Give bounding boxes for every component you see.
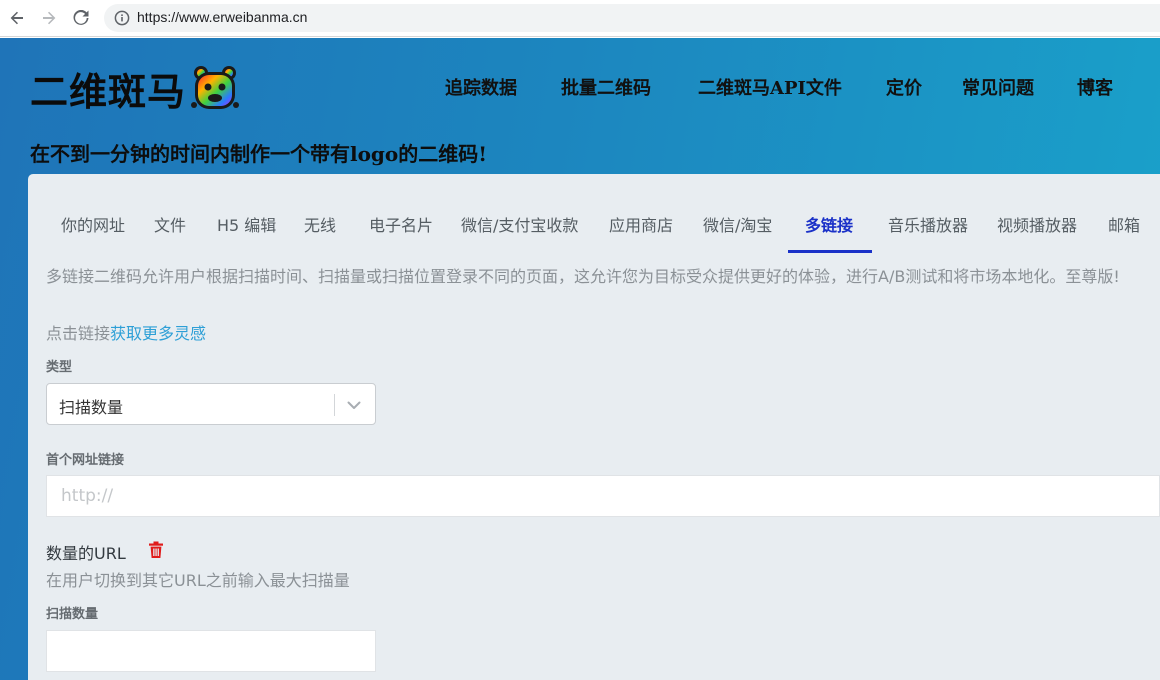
tab-your-url[interactable]: 你的网址: [61, 212, 125, 236]
type-select[interactable]: 扫描数量: [46, 383, 376, 425]
scan-count-input[interactable]: [46, 630, 376, 672]
tab-vcard[interactable]: 电子名片: [369, 212, 433, 236]
nav-blog[interactable]: 博客: [1077, 74, 1113, 100]
nav-pricing[interactable]: 定价: [886, 74, 922, 100]
generator-card: 你的网址 文件 H5 编辑 无线 电子名片 微信/支付宝收款 应用商店 微信/淘…: [28, 174, 1160, 680]
address-bar[interactable]: https://www.erweibanma.cn: [104, 4, 1160, 32]
select-divider: [334, 394, 335, 416]
nav-batch-qr[interactable]: 批量二维码: [561, 74, 651, 100]
nav-api-docs[interactable]: 二维斑马API文件: [698, 74, 842, 100]
tab-wechat-taobao[interactable]: 微信/淘宝: [703, 212, 772, 236]
count-url-title: 数量的URL: [46, 544, 126, 563]
tab-music-player[interactable]: 音乐播放器: [888, 212, 968, 236]
nav-faq[interactable]: 常见问题: [962, 74, 1034, 100]
scan-count-label: 扫描数量: [46, 607, 99, 622]
reload-icon: [73, 10, 89, 25]
tab-file[interactable]: 文件: [154, 212, 186, 236]
qr-type-tabs: 你的网址 文件 H5 编辑 无线 电子名片 微信/支付宝收款 应用商店 微信/淘…: [28, 174, 1160, 254]
tab-multi-link[interactable]: 多链接: [805, 212, 853, 236]
active-tab-indicator: [788, 250, 872, 253]
tab-h5-editor[interactable]: H5 编辑: [217, 212, 276, 236]
arrow-left-icon: [10, 11, 23, 25]
arrow-right-icon: [43, 11, 56, 25]
first-url-label: 首个网址链接: [46, 453, 125, 468]
chevron-down-icon[interactable]: [345, 396, 363, 414]
main-nav: 追踪数据 批量二维码 二维斑马API文件 定价 常见问题 博客: [0, 74, 1160, 104]
browser-toolbar: https://www.erweibanma.cn: [0, 0, 1160, 37]
count-url-subtitle: 在用户切换到其它URL之前输入最大扫描量: [46, 571, 350, 590]
inspiration-link[interactable]: 获取更多灵感: [110, 324, 206, 343]
trash-icon[interactable]: [148, 541, 164, 559]
inspiration-hint: 点击链接获取更多灵感: [46, 320, 206, 344]
type-label: 类型: [46, 360, 73, 375]
tab-payment[interactable]: 微信/支付宝收款: [461, 212, 578, 236]
page-content: 二维斑马 追踪数据 批量二维码 二维斑马API文件 定价 常见问题 博客 在不到…: [0, 38, 1160, 680]
info-icon[interactable]: [114, 10, 130, 26]
hint-prefix: 点击链接: [46, 324, 111, 343]
back-button[interactable]: [6, 7, 28, 29]
first-url-input[interactable]: [46, 475, 1160, 517]
multi-link-description: 多链接二维码允许用户根据扫描时间、扫描量或扫描位置登录不同的页面，这允许您为目标…: [46, 267, 1120, 286]
reload-button[interactable]: [70, 7, 92, 29]
nav-tracking[interactable]: 追踪数据: [445, 74, 517, 100]
forward-button[interactable]: [38, 7, 60, 29]
tab-email[interactable]: 邮箱: [1108, 212, 1140, 236]
tab-app-store[interactable]: 应用商店: [609, 212, 673, 236]
tab-wifi[interactable]: 无线: [304, 212, 336, 236]
page-tagline: 在不到一分钟的时间内制作一个带有logo的二维码!: [30, 142, 488, 166]
tab-video-player[interactable]: 视频播放器: [997, 212, 1077, 236]
type-select-value: 扫描数量: [59, 398, 124, 417]
url-text[interactable]: https://www.erweibanma.cn: [137, 9, 307, 25]
